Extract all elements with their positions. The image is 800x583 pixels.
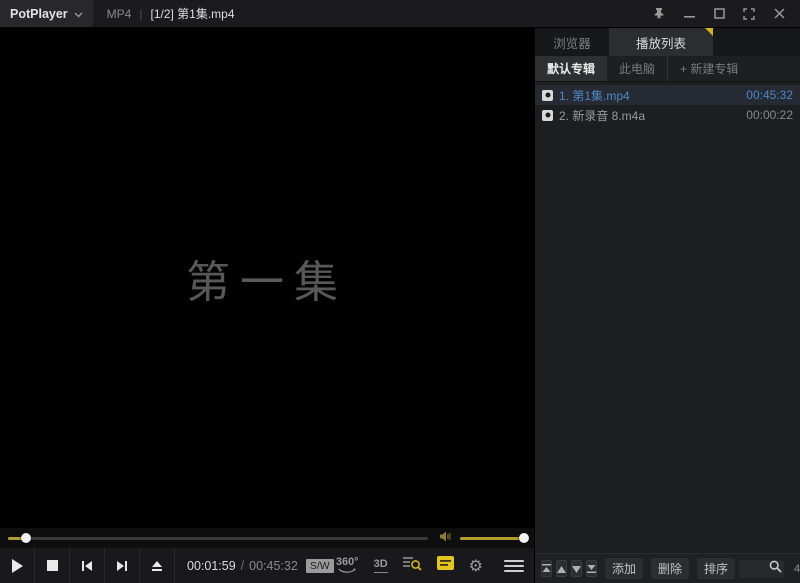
playlist-items: 1. 第1集.mp4 00:45:32 2. 新录音 8.m4a 00:00:2…	[535, 82, 800, 553]
gear-icon: ⚙	[469, 556, 483, 575]
media-file-icon	[542, 90, 553, 101]
move-top-button[interactable]	[541, 560, 552, 577]
time-separator: /	[241, 559, 244, 573]
playlist-panel: 浏览器 播放列表 默认专辑 此电脑 + 新建专辑 1. 第1集.mp4 00:4…	[534, 28, 800, 583]
item-label: 1. 第1集.mp4	[559, 87, 740, 104]
vr-360-button[interactable]: 360°	[336, 557, 359, 574]
settings-button[interactable]: ⚙	[469, 558, 483, 574]
minimize-button[interactable]	[678, 4, 700, 24]
video-overlay-text: 第一集	[186, 246, 348, 310]
title-separator: |	[139, 7, 142, 21]
player-column: 第一集	[0, 28, 534, 583]
tab-playlist[interactable]: 播放列表	[609, 28, 713, 56]
seek-row	[0, 528, 534, 548]
subtitle-icon	[437, 556, 454, 575]
pin-icon	[653, 7, 665, 20]
maximize-button[interactable]	[708, 4, 730, 24]
decoder-badge[interactable]: S/W	[306, 559, 334, 573]
active-tab-corner	[705, 28, 713, 36]
time-display: 00:01:59 / 00:45:32	[187, 559, 298, 573]
tab-playlist-label: 播放列表	[636, 33, 686, 52]
close-button[interactable]	[768, 4, 790, 24]
list-search-button[interactable]	[403, 556, 422, 576]
potplayer-window: PotPlayer MP4 | [1/2] 第1集.mp4	[0, 0, 800, 583]
move-bottom-icon	[587, 560, 596, 578]
item-label: 2. 新录音 8.m4a	[559, 107, 740, 124]
volume-icon	[440, 529, 454, 547]
eject-icon	[151, 560, 163, 572]
video-3d-button[interactable]: 3D	[374, 558, 388, 573]
menu-button[interactable]	[504, 560, 524, 572]
fullscreen-icon	[743, 8, 755, 20]
tab-default-album[interactable]: 默认专辑	[535, 56, 607, 81]
eject-button[interactable]	[140, 548, 175, 583]
main-area: 第一集	[0, 28, 800, 583]
list-item[interactable]: 1. 第1集.mp4 00:45:32	[535, 85, 800, 105]
menu-icon	[504, 560, 524, 562]
add-button[interactable]: 添加	[605, 558, 643, 579]
move-top-icon	[542, 560, 551, 578]
tab-this-pc[interactable]: 此电脑	[607, 56, 668, 81]
titlebar: PotPlayer MP4 | [1/2] 第1集.mp4	[0, 0, 800, 28]
subtitle-button[interactable]	[437, 556, 454, 575]
close-icon	[774, 8, 785, 19]
playlist-search	[739, 560, 784, 578]
delete-button[interactable]: 删除	[651, 558, 689, 579]
stop-button[interactable]	[35, 548, 70, 583]
move-bottom-button[interactable]	[586, 560, 597, 577]
minimize-icon	[684, 8, 695, 19]
previous-button[interactable]	[70, 548, 105, 583]
maximize-icon	[714, 8, 725, 19]
app-menu-button[interactable]: PotPlayer	[0, 0, 93, 27]
control-bar: 00:01:59 / 00:45:32 S/W 360° 3D	[0, 548, 534, 583]
move-down-button[interactable]	[571, 560, 582, 577]
seek-thumb[interactable]	[21, 533, 31, 543]
volume-slider[interactable]	[460, 537, 526, 540]
window-controls	[648, 4, 800, 24]
list-search-icon	[403, 556, 422, 576]
next-icon	[116, 560, 128, 572]
stop-icon	[47, 560, 58, 571]
app-name: PotPlayer	[10, 7, 68, 21]
sort-button[interactable]: 排序	[697, 558, 735, 579]
panel-tabs: 浏览器 播放列表	[535, 28, 800, 56]
next-button[interactable]	[105, 548, 140, 583]
search-icon[interactable]	[769, 560, 784, 578]
previous-icon	[81, 560, 93, 572]
control-right-icons: 360° 3D ⚙	[336, 556, 534, 576]
play-button[interactable]	[0, 548, 35, 583]
pin-button[interactable]	[648, 4, 670, 24]
vr-360-label: 360°	[336, 557, 359, 568]
album-tabs: 默认专辑 此电脑 + 新建专辑	[535, 56, 800, 82]
volume-button[interactable]	[440, 529, 454, 547]
playlist-footer: 添加 删除 排序 45:54	[535, 553, 800, 583]
media-file-icon	[542, 110, 553, 121]
tab-new-album[interactable]: + 新建专辑	[668, 56, 750, 81]
list-item[interactable]: 2. 新录音 8.m4a 00:00:22	[535, 105, 800, 125]
item-duration: 00:45:32	[746, 88, 793, 102]
item-duration: 00:00:22	[746, 108, 793, 122]
seek-bar[interactable]	[8, 537, 428, 540]
volume-thumb[interactable]	[519, 533, 529, 543]
format-badge: MP4	[107, 7, 132, 21]
play-icon	[11, 559, 23, 573]
current-time: 00:01:59	[187, 559, 236, 573]
video-display[interactable]: 第一集	[0, 28, 534, 528]
move-up-icon	[557, 560, 566, 578]
tab-browser[interactable]: 浏览器	[535, 28, 609, 56]
window-title: [1/2] 第1集.mp4	[150, 5, 234, 22]
move-down-icon	[572, 560, 581, 578]
move-up-button[interactable]	[556, 560, 567, 577]
chevron-down-icon	[74, 5, 83, 23]
playlist-total-time: 45:54	[794, 563, 800, 575]
total-time: 00:45:32	[249, 559, 298, 573]
playlist-search-input[interactable]	[739, 563, 769, 575]
fullscreen-button[interactable]	[738, 4, 760, 24]
